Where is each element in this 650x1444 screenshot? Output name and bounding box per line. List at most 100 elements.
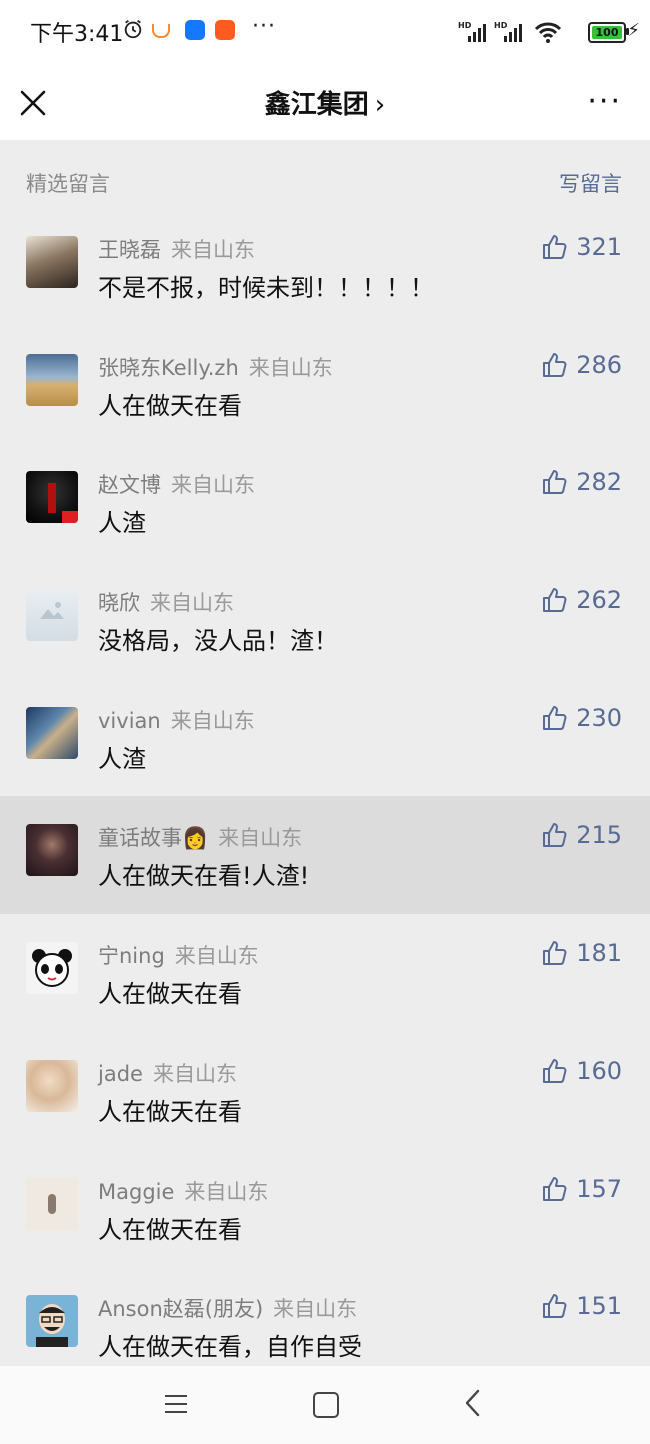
thumbs-up-icon bbox=[543, 588, 567, 613]
avatar[interactable] bbox=[26, 942, 78, 995]
more-notifications-icon: ··· bbox=[252, 14, 276, 39]
like-count: 215 bbox=[576, 821, 622, 850]
comment-item[interactable]: 赵文博 来自山东 人渣 282 bbox=[0, 443, 650, 561]
comment-author[interactable]: vivian bbox=[98, 709, 161, 733]
featured-comments-title: 精选留言 bbox=[26, 172, 110, 196]
comment-author[interactable]: 童话故事👩 bbox=[98, 826, 208, 850]
system-nav-bar bbox=[0, 1366, 650, 1444]
comment-text: 人渣 bbox=[98, 744, 146, 773]
avatar[interactable] bbox=[26, 589, 78, 642]
thumbs-up-icon bbox=[543, 235, 567, 259]
status-time: 下午3:41 bbox=[30, 22, 124, 47]
like-button[interactable]: 282 bbox=[540, 467, 622, 497]
like-button[interactable]: 230 bbox=[540, 703, 622, 733]
comment-item[interactable]: 宁ning 来自山东 人在做天在看 181 bbox=[0, 914, 650, 1032]
status-bar: 下午3:41 ··· HD HD 100 ⚡ bbox=[0, 0, 650, 62]
comment-location: 来自山东 bbox=[248, 355, 333, 380]
like-button[interactable]: 157 bbox=[540, 1174, 622, 1204]
comment-text: 人渣 bbox=[98, 509, 146, 538]
like-count: 151 bbox=[576, 1292, 622, 1321]
like-button[interactable]: 160 bbox=[540, 1056, 622, 1086]
comment-author[interactable]: 宁ning bbox=[98, 944, 165, 968]
comment-author[interactable]: 晓欣 bbox=[98, 591, 140, 615]
write-comment-button[interactable]: 写留言 bbox=[559, 168, 622, 198]
avatar[interactable] bbox=[26, 1177, 78, 1230]
account-name: 鑫江集团 bbox=[264, 90, 369, 120]
cartoon-face-icon bbox=[36, 1304, 68, 1348]
like-button[interactable]: 262 bbox=[540, 585, 622, 615]
charging-icon: ⚡ bbox=[627, 20, 640, 41]
comment-item[interactable]: vivian 来自山东 人渣 230 bbox=[0, 679, 650, 797]
more-icon[interactable]: ··· bbox=[587, 84, 622, 119]
comment-location: 来自山东 bbox=[152, 1061, 237, 1086]
top-nav-bar: 鑫江集团 › ··· bbox=[0, 62, 650, 140]
wifi-icon bbox=[534, 22, 562, 43]
svg-text:HD: HD bbox=[458, 21, 472, 30]
thumbs-up-icon bbox=[543, 1176, 567, 1201]
like-count: 321 bbox=[576, 233, 622, 261]
comment-location: 来自山东 bbox=[150, 591, 234, 616]
comment-item[interactable]: 王晓磊 来自山东 不是不报，时候未到！！！！！ 321 bbox=[0, 208, 650, 326]
comment-location: 来自山东 bbox=[171, 238, 255, 262]
comment-author[interactable]: Anson赵磊(朋友) bbox=[98, 1297, 263, 1321]
avatar[interactable] bbox=[26, 1295, 78, 1348]
avatar[interactable] bbox=[26, 1059, 78, 1112]
alarm-icon bbox=[124, 19, 142, 39]
battery-icon: 100 bbox=[588, 22, 629, 43]
thumbs-up-icon bbox=[543, 941, 567, 966]
thumbs-up-icon bbox=[543, 470, 567, 495]
avatar-decoration bbox=[48, 483, 56, 514]
alipay-app-icon bbox=[185, 20, 205, 40]
comment-text: 人在做天在看 bbox=[98, 1215, 242, 1244]
like-button[interactable]: 321 bbox=[540, 232, 622, 262]
comment-author[interactable]: 张晓东Kelly.zh bbox=[98, 356, 239, 380]
battery-level: 100 bbox=[592, 26, 622, 39]
comment-item[interactable]: 张晓东Kelly.zh 来自山东 人在做天在看 286 bbox=[0, 326, 650, 444]
home-icon[interactable] bbox=[313, 1392, 339, 1418]
like-button[interactable]: 215 bbox=[540, 820, 622, 850]
like-button[interactable]: 151 bbox=[540, 1291, 622, 1321]
comment-item[interactable]: Maggie 来自山东 人在做天在看 157 bbox=[0, 1150, 650, 1268]
like-button[interactable]: 181 bbox=[540, 938, 622, 968]
like-button[interactable]: 286 bbox=[540, 350, 622, 380]
like-count: 230 bbox=[576, 703, 622, 732]
comment-list: 王晓磊 来自山东 不是不报，时候未到！！！！！ 321 张晓东Kelly.zh 来自… bbox=[0, 208, 650, 1385]
signal-2-icon: HD bbox=[494, 21, 522, 42]
thumbs-up-icon bbox=[543, 823, 567, 848]
comment-author[interactable]: jade bbox=[98, 1062, 143, 1086]
avatar[interactable] bbox=[26, 706, 78, 759]
like-count: 181 bbox=[576, 939, 622, 968]
comment-author[interactable]: 王晓磊 bbox=[98, 238, 161, 262]
comment-item[interactable]: jade 来自山东 人在做天在看 160 bbox=[0, 1032, 650, 1150]
avatar[interactable] bbox=[26, 471, 78, 524]
avatar[interactable] bbox=[26, 236, 78, 288]
thumbs-up-icon bbox=[543, 705, 567, 730]
image-placeholder-icon bbox=[40, 602, 64, 620]
panda-face-icon bbox=[32, 949, 72, 988]
comment-item[interactable]: 晓欣 来自山东 没格局，没人品！渣！ 262 bbox=[0, 561, 650, 679]
app-notification-icon bbox=[215, 20, 235, 40]
thumbs-up-icon bbox=[543, 1058, 567, 1083]
comment-text: 没格局，没人品！渣！ bbox=[98, 627, 338, 656]
svg-text:HD: HD bbox=[494, 21, 508, 30]
comment-item[interactable]: 童话故事👩 来自山东 人在做天在看!人渣! 215 bbox=[0, 796, 650, 915]
avatar[interactable] bbox=[26, 353, 78, 406]
comment-author[interactable]: Maggie bbox=[98, 1180, 174, 1204]
like-count: 262 bbox=[576, 586, 622, 615]
thumbs-up-icon bbox=[543, 1294, 567, 1319]
like-count: 282 bbox=[576, 468, 622, 497]
signal-1-icon: HD bbox=[458, 21, 486, 42]
menu-icon[interactable] bbox=[164, 1392, 188, 1416]
account-title[interactable]: 鑫江集团 › bbox=[0, 84, 650, 121]
comment-text: 不是不报，时候未到！！！！！ bbox=[98, 274, 434, 302]
comment-text: 人在做天在看 bbox=[98, 980, 242, 1009]
comment-location: 来自山东 bbox=[218, 826, 303, 851]
comment-location: 来自山东 bbox=[170, 708, 255, 733]
chevron-right-icon: › bbox=[374, 90, 386, 120]
avatar[interactable] bbox=[26, 824, 78, 877]
comment-location: 来自山东 bbox=[171, 473, 255, 498]
comment-location: 来自山东 bbox=[273, 1297, 358, 1322]
comment-author[interactable]: 赵文博 bbox=[98, 473, 161, 497]
flag-badge-icon bbox=[62, 511, 78, 524]
back-icon[interactable] bbox=[462, 1388, 484, 1418]
